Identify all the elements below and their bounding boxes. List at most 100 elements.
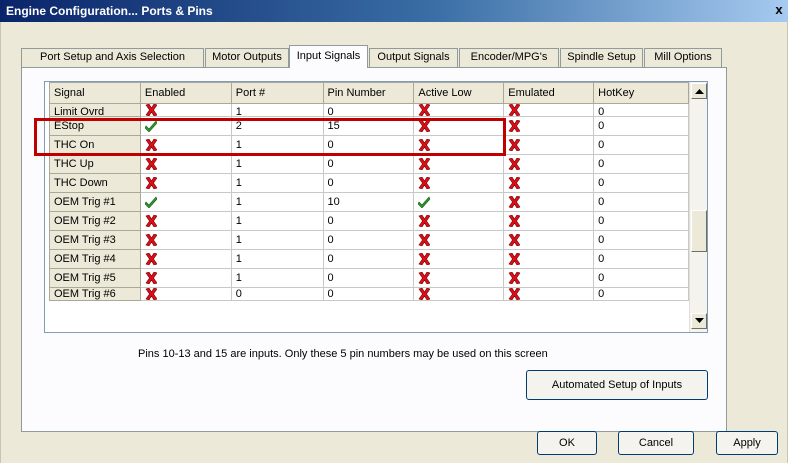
signal-row[interactable]: OEM Trig #2 1 0 0 [49,211,689,231]
cell-enabled[interactable] [139,211,232,231]
cell-enabled[interactable] [139,173,232,193]
tab-output-signals[interactable]: Output Signals [369,48,458,67]
cell-hotkey[interactable]: 0 [593,249,689,269]
cell-emulated[interactable] [503,192,595,212]
cell-port[interactable]: 1 [230,173,324,193]
cell-signal[interactable]: THC Down [49,173,141,193]
cell-enabled[interactable] [139,286,232,302]
column-header[interactable]: Signal [49,82,141,104]
column-header[interactable]: Active Low [413,82,505,104]
cell-emulated[interactable] [503,249,595,269]
cancel-button[interactable]: Cancel [618,431,694,455]
cell-active-low[interactable] [413,103,505,117]
column-header[interactable]: Port # [230,82,324,104]
cell-port[interactable]: 1 [230,268,324,288]
cell-enabled[interactable] [139,116,232,136]
column-header[interactable]: HotKey [593,82,689,104]
column-header[interactable]: Emulated [503,82,595,104]
cell-active-low[interactable] [413,173,505,193]
cell-emulated[interactable] [503,230,595,250]
ok-button[interactable]: OK [537,431,597,455]
signal-row[interactable]: THC On 1 0 0 [49,135,689,155]
cell-emulated[interactable] [503,154,595,174]
cell-hotkey[interactable]: 0 [593,286,689,302]
cell-emulated[interactable] [503,116,595,136]
cell-port[interactable]: 1 [230,211,324,231]
cell-active-low[interactable] [413,154,505,174]
cell-hotkey[interactable]: 0 [593,211,689,231]
cell-enabled[interactable] [139,135,232,155]
cell-pin[interactable]: 0 [322,154,415,174]
cell-port[interactable]: 1 [230,103,324,117]
cell-port[interactable]: 1 [230,249,324,269]
column-header[interactable]: Pin Number [322,82,415,104]
cell-enabled[interactable] [139,103,232,117]
tab-motor-outputs[interactable]: Motor Outputs [205,48,289,67]
cell-signal[interactable]: THC Up [49,154,141,174]
cell-pin[interactable]: 0 [322,173,415,193]
cell-emulated[interactable] [503,286,595,302]
tab-spindle-setup[interactable]: Spindle Setup [560,48,643,67]
cell-active-low[interactable] [413,211,505,231]
tab-input-signals[interactable]: Input Signals [289,45,368,68]
cell-port[interactable]: 1 [230,135,324,155]
cell-active-low[interactable] [413,249,505,269]
cell-signal[interactable]: THC On [49,135,141,155]
cell-emulated[interactable] [503,135,595,155]
cell-hotkey[interactable]: 0 [593,116,689,136]
cell-active-low[interactable] [413,286,505,302]
cell-signal[interactable]: OEM Trig #3 [49,230,141,250]
cell-signal[interactable]: OEM Trig #4 [49,249,141,269]
tab-mill-options[interactable]: Mill Options [644,48,722,67]
signal-row[interactable]: Limit Ovrd 1 0 0 [49,103,689,117]
signal-row[interactable]: OEM Trig #5 1 0 0 [49,268,689,288]
cell-hotkey[interactable]: 0 [593,192,689,212]
cell-hotkey[interactable]: 0 [593,154,689,174]
cell-emulated[interactable] [503,173,595,193]
cell-signal[interactable]: OEM Trig #1 [49,192,141,212]
cell-enabled[interactable] [139,154,232,174]
signal-row[interactable]: OEM Trig #4 1 0 0 [49,249,689,269]
cell-pin[interactable]: 0 [322,249,415,269]
cell-port[interactable]: 1 [230,230,324,250]
close-button[interactable]: x [772,2,786,18]
cell-hotkey[interactable]: 0 [593,268,689,288]
cell-emulated[interactable] [503,103,595,117]
automated-setup-button[interactable]: Automated Setup of Inputs [526,370,708,400]
cell-hotkey[interactable]: 0 [593,135,689,155]
cell-enabled[interactable] [139,192,232,212]
vertical-scrollbar[interactable] [689,82,707,332]
signal-row[interactable]: OEM Trig #3 1 0 0 [49,230,689,250]
cell-pin[interactable]: 0 [322,103,415,117]
cell-signal[interactable]: OEM Trig #5 [49,268,141,288]
cell-pin[interactable]: 0 [322,211,415,231]
cell-signal[interactable]: EStop [49,116,141,136]
cell-port[interactable]: 0 [230,286,324,302]
cell-pin[interactable]: 0 [322,135,415,155]
tab-encoder-mpg[interactable]: Encoder/MPG's [459,48,559,67]
signal-row[interactable]: THC Down 1 0 0 [49,173,689,193]
cell-enabled[interactable] [139,268,232,288]
cell-active-low[interactable] [413,192,505,212]
scroll-up-button[interactable] [691,83,707,99]
cell-active-low[interactable] [413,268,505,288]
cell-port[interactable]: 2 [230,116,324,136]
cell-active-low[interactable] [413,135,505,155]
cell-port[interactable]: 1 [230,154,324,174]
scroll-down-button[interactable] [691,313,707,329]
cell-hotkey[interactable]: 0 [593,173,689,193]
signal-row[interactable]: OEM Trig #6 0 0 0 [49,286,689,302]
cell-enabled[interactable] [139,230,232,250]
cell-signal[interactable]: OEM Trig #6 [49,286,141,302]
cell-hotkey[interactable]: 0 [593,230,689,250]
cell-emulated[interactable] [503,211,595,231]
signal-row[interactable]: OEM Trig #1 1 10 0 [49,192,689,212]
column-header[interactable]: Enabled [139,82,232,104]
cell-enabled[interactable] [139,249,232,269]
cell-pin[interactable]: 10 [322,192,415,212]
cell-pin[interactable]: 15 [322,116,415,136]
cell-pin[interactable]: 0 [322,268,415,288]
cell-signal[interactable]: Limit Ovrd [49,103,141,117]
tab-port-setup[interactable]: Port Setup and Axis Selection [21,48,204,67]
cell-pin[interactable]: 0 [322,230,415,250]
